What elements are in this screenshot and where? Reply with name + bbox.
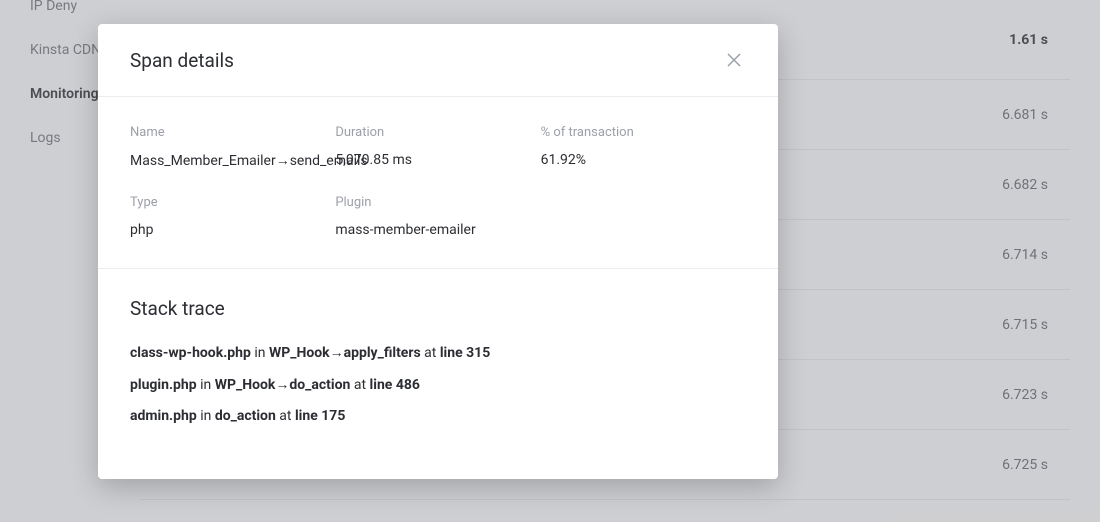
field-value: 5,070.85 ms bbox=[335, 152, 540, 168]
field-plugin: Plugin mass-member-emailer bbox=[335, 195, 540, 238]
trace-sep: in bbox=[197, 408, 215, 424]
close-button[interactable] bbox=[722, 48, 746, 72]
trace-file: admin.php bbox=[130, 408, 197, 424]
field-label: Duration bbox=[335, 125, 540, 140]
trace-sep: in bbox=[251, 345, 269, 361]
trace-file: class-wp-hook.php bbox=[130, 345, 251, 361]
modal-header: Span details bbox=[98, 24, 778, 96]
field-value: 61.92% bbox=[541, 152, 746, 168]
trace-line-no: line 175 bbox=[295, 408, 345, 424]
details-section: Name Mass_Member_Emailer→send_emails Dur… bbox=[98, 97, 778, 268]
close-icon bbox=[727, 53, 741, 67]
trace-sep: at bbox=[350, 377, 369, 393]
trace-sep: at bbox=[421, 345, 440, 361]
field-pct: % of transaction 61.92% bbox=[541, 125, 746, 169]
stack-trace-line: admin.php in do_action at line 175 bbox=[130, 407, 746, 427]
trace-sep: at bbox=[276, 408, 295, 424]
field-label: Type bbox=[130, 195, 335, 210]
field-label: Name bbox=[130, 125, 335, 140]
field-duration: Duration 5,070.85 ms bbox=[335, 125, 540, 169]
field-type: Type php bbox=[130, 195, 335, 238]
trace-line-no: line 486 bbox=[370, 377, 420, 393]
field-value: Mass_Member_Emailer→send_emails bbox=[130, 152, 335, 169]
span-details-modal: Span details Name Mass_Member_Emailer→se… bbox=[98, 24, 778, 479]
stack-trace-title: Stack trace bbox=[130, 297, 746, 320]
field-name: Name Mass_Member_Emailer→send_emails bbox=[130, 125, 335, 169]
field-value: php bbox=[130, 222, 335, 238]
stack-trace-section: Stack trace class-wp-hook.php in WP_Hook… bbox=[98, 269, 778, 479]
trace-func: do_action bbox=[215, 408, 276, 424]
stack-trace-line: class-wp-hook.php in WP_Hook→apply_filte… bbox=[130, 344, 746, 364]
field-value: mass-member-emailer bbox=[335, 222, 540, 238]
trace-func: WP_Hook→apply_filters bbox=[269, 345, 421, 361]
trace-line-no: line 315 bbox=[440, 345, 490, 361]
modal-title: Span details bbox=[130, 49, 234, 72]
trace-file: plugin.php bbox=[130, 377, 197, 393]
stack-trace-line: plugin.php in WP_Hook→do_action at line … bbox=[130, 376, 746, 396]
field-label: Plugin bbox=[335, 195, 540, 210]
trace-sep: in bbox=[197, 377, 215, 393]
trace-func: WP_Hook→do_action bbox=[215, 377, 351, 393]
field-label: % of transaction bbox=[541, 125, 746, 140]
